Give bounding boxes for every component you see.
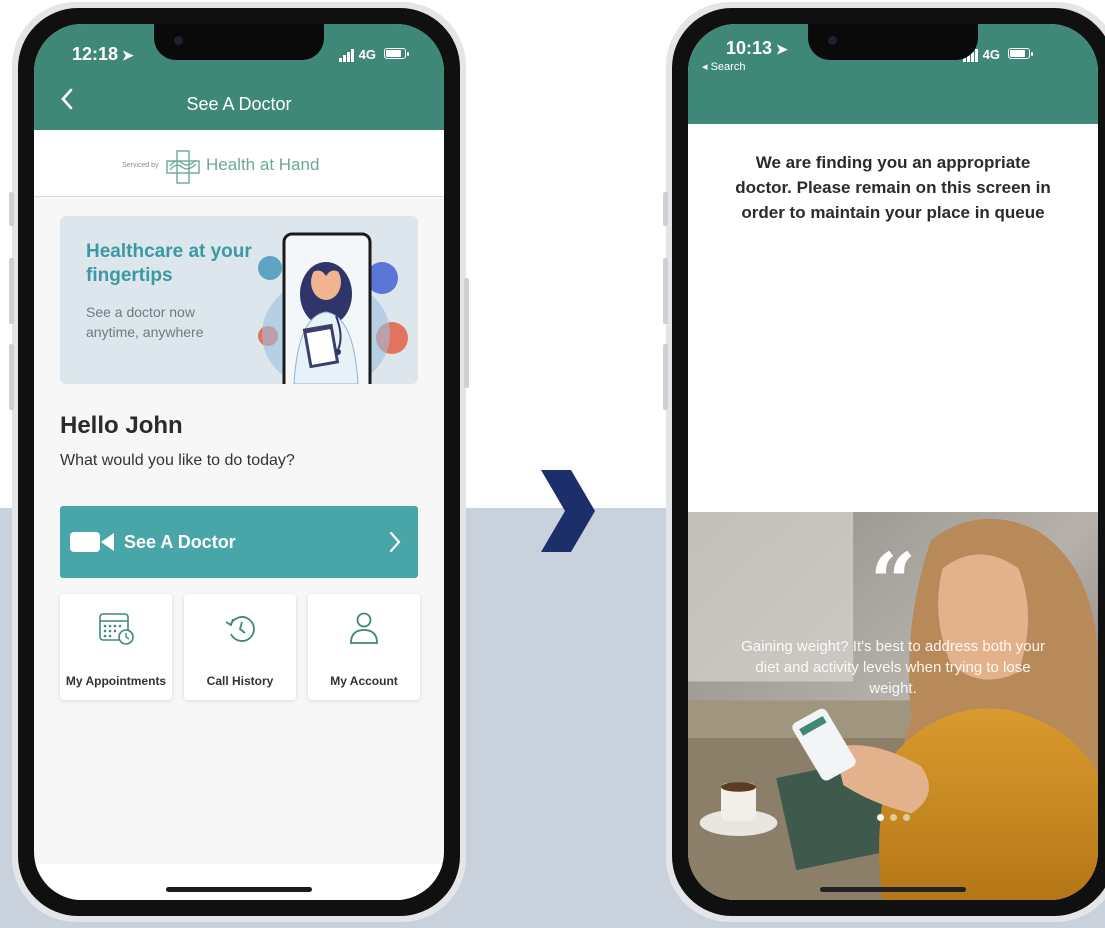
health-tip-text: Gaining weight? It's best to address bot… [741,638,1045,697]
serviced-by-label: Serviced by [122,162,159,169]
provider-name: Health at Hand [206,155,320,174]
screen-home: 12:18 ➤ 4G See A Doctor Serviced by Healt [34,24,444,900]
prompt-text: What would you like to do today? [60,452,295,469]
provider-bar: Serviced by Health at Hand [34,130,444,197]
history-icon [225,616,255,642]
chevron-right-icon [389,531,401,553]
back-to-search-link[interactable]: ◂ Search [702,60,745,73]
status-time: 12:18 [72,44,119,64]
notch [808,24,978,60]
home-indicator[interactable] [166,887,312,892]
network-type: 4G [358,47,376,62]
banner-subtitle: See a doctor now anytime, anywhere [86,304,204,340]
phone-left: 12:18 ➤ 4G See A Doctor Serviced by Healt [9,2,469,922]
see-a-doctor-button[interactable]: See A Doctor [60,506,418,578]
quote-mark: “ [869,535,916,629]
home-indicator[interactable] [820,887,966,892]
phone-right: 10:13 ➤ 4G ◂ Search We are finding you an… [663,2,1105,922]
page-title: See A Doctor [186,94,292,114]
carousel-dots[interactable] [688,808,1098,826]
tip-carousel[interactable]: “ Gaining weight? It's best to address b… [688,512,1098,900]
user-icon [350,612,378,644]
tile-label: My Account [330,674,398,688]
battery-icon [384,48,409,59]
tile-my-account[interactable]: My Account [308,594,420,700]
see-a-doctor-label: See A Doctor [124,532,236,552]
screen-queue: 10:13 ➤ 4G ◂ Search We are finding you an… [688,24,1098,900]
finding-doctor-message: We are finding you an appropriate doctor… [735,153,1051,222]
battery-icon [1008,48,1033,59]
location-arrow-icon: ➤ [776,41,788,57]
calendar-clock-icon [99,613,134,645]
tile-call-history[interactable]: Call History [184,594,296,700]
notch [154,24,324,60]
video-camera-icon [70,532,114,552]
doctor-illustration [258,232,408,384]
network-type: 4G [982,47,1000,62]
signal-bars-icon [338,47,355,62]
tile-label: My Appointments [65,674,167,688]
greeting: Hello John [60,412,183,439]
promo-banner: Healthcare at your fingertips See a doct… [60,216,418,384]
location-arrow-icon: ➤ [122,47,134,63]
tile-label: Call History [206,674,274,688]
signal-indicator: 4G [338,47,376,62]
banner-title: Healthcare at your fingertips [86,241,252,286]
next-arrow-icon [541,470,595,552]
health-at-hand-logo-icon [166,150,200,184]
status-time: 10:13 [726,38,773,58]
tile-my-appointments[interactable]: My Appointments [60,594,172,700]
